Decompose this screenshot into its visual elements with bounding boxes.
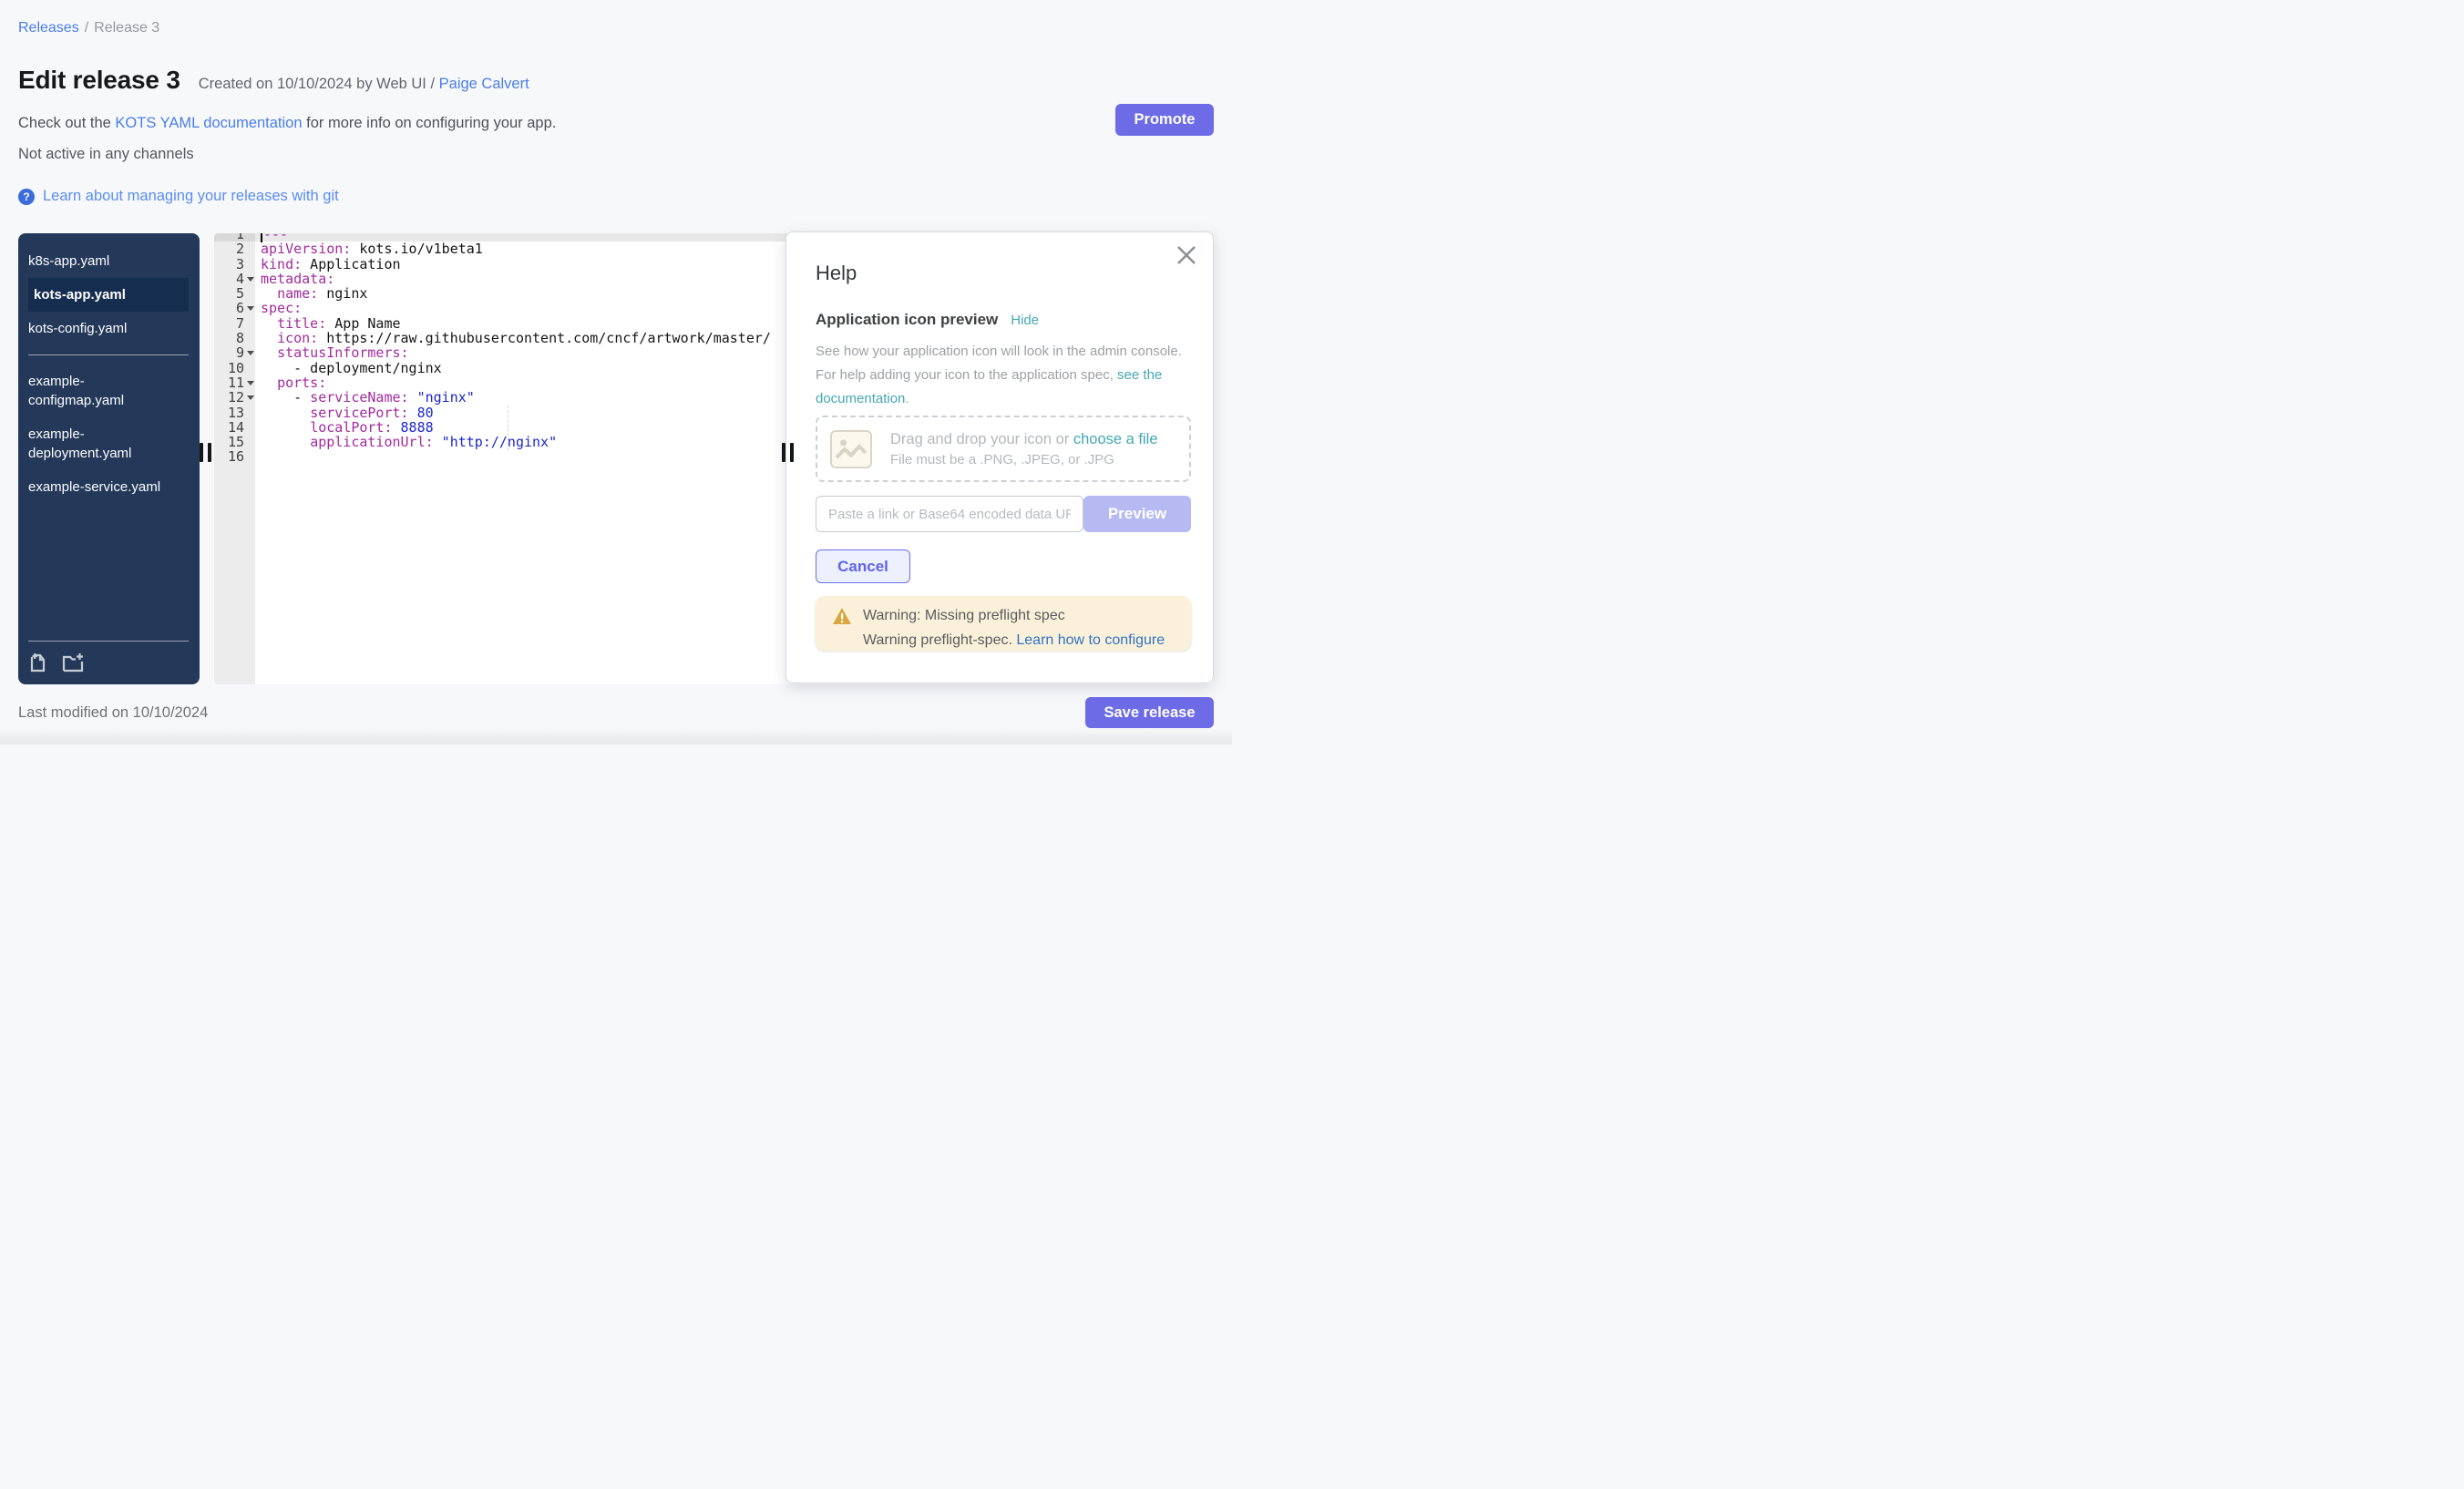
new-file-icon[interactable] — [28, 652, 47, 673]
editor-resize-handle[interactable] — [782, 443, 794, 462]
warning-detail: Warning preflight-spec. Learn how to con… — [863, 632, 1165, 649]
sidebar-item-example-deployment-yaml[interactable]: example- deployment.yaml — [28, 417, 189, 470]
icon-url-row: Preview — [816, 496, 1191, 532]
fold-arrow-icon[interactable] — [247, 395, 254, 400]
gutter-line-8: 8 — [214, 331, 255, 345]
gutter-line-9: 9 — [214, 345, 255, 360]
image-placeholder-icon — [830, 430, 872, 468]
hide-link[interactable]: Hide — [1011, 313, 1039, 328]
save-release-button[interactable]: Save release — [1085, 697, 1214, 728]
gutter-line-5: 5 — [214, 286, 255, 301]
preview-button[interactable]: Preview — [1083, 496, 1191, 532]
sidebar-item-kots-config-yaml[interactable]: kots-config.yaml — [28, 312, 189, 345]
fold-arrow-icon[interactable] — [247, 381, 254, 385]
gutter-line-16: 16 — [214, 449, 255, 464]
icon-url-input[interactable] — [816, 496, 1083, 532]
gutter-line-7: 7 — [214, 316, 255, 331]
gutter-line-13: 13 — [214, 406, 255, 420]
fold-arrow-icon[interactable] — [247, 306, 254, 311]
question-icon: ? — [18, 189, 35, 205]
created-by-link[interactable]: Paige Calvert — [439, 76, 529, 92]
gutter-line-3: 3 — [214, 257, 255, 272]
sidebar-bottom-toolbar — [28, 641, 189, 684]
new-folder-icon[interactable] — [62, 652, 85, 673]
title-row: Edit release 3 Created on 10/10/2024 by … — [18, 66, 529, 95]
fold-arrow-icon[interactable] — [247, 351, 254, 355]
sidebar-group-divider — [28, 354, 189, 355]
sidebar-item-k8s-app-yaml[interactable]: k8s-app.yaml — [28, 244, 189, 278]
channel-status: Not active in any channels — [18, 146, 194, 163]
file-sidebar: k8s-app.yamlkots-app.yamlkots-config.yam… — [18, 233, 200, 684]
sidebar-item-example-configmap-yaml[interactable]: example- configmap.yaml — [28, 365, 189, 417]
dropzone-text: Drag and drop your icon or choose a file… — [890, 431, 1158, 467]
cancel-button[interactable]: Cancel — [816, 549, 910, 583]
gutter-line-11: 11 — [214, 375, 255, 390]
help-title: Help — [816, 262, 857, 285]
promote-button[interactable]: Promote — [1115, 104, 1214, 136]
close-icon[interactable] — [1175, 243, 1198, 267]
gutter-line-2: 2 — [214, 241, 255, 256]
warning-title: Warning: Missing preflight spec — [863, 608, 1065, 624]
help-panel: Help Application icon preview Hide See h… — [785, 231, 1214, 683]
choose-file-link[interactable]: choose a file — [1073, 431, 1158, 447]
gutter-line-1: 1 — [214, 233, 255, 241]
breadcrumb: Releases / Release 3 — [18, 20, 159, 36]
breadcrumb-separator: / — [85, 20, 88, 36]
sidebar-resize-handle[interactable] — [200, 443, 211, 462]
dropzone-hint: File must be a .PNG, .JPEG, or .JPG — [890, 452, 1158, 467]
breadcrumb-current: Release 3 — [94, 20, 159, 36]
gutter-line-12: 12 — [214, 390, 255, 405]
icon-dropzone[interactable]: Drag and drop your icon or choose a file… — [816, 416, 1191, 482]
learn-configure-link[interactable]: Learn how to configure — [1016, 632, 1165, 648]
gutter-line-15: 15 — [214, 435, 255, 449]
git-help-row: ? Learn about managing your releases wit… — [18, 188, 339, 205]
gutter-line-14: 14 — [214, 420, 255, 435]
release-editor-page: Releases / Release 3 Edit release 3 Create… — [0, 0, 1232, 744]
docs-info-line: Check out the KOTS YAML documentation fo… — [18, 115, 556, 132]
sidebar-file-list: k8s-app.yamlkots-app.yamlkots-config.yam… — [18, 233, 200, 504]
gutter-line-10: 10 — [214, 361, 255, 375]
created-info: Created on 10/10/2024 by Web UI / Paige … — [199, 76, 529, 93]
page-title: Edit release 3 — [18, 66, 180, 95]
gutter-line-4: 4 — [214, 272, 255, 286]
warning-icon — [832, 607, 852, 625]
last-modified-text: Last modified on 10/10/2024 — [18, 704, 208, 722]
icon-preview-section-header: Application icon preview Hide — [816, 311, 1039, 329]
bottom-fade — [0, 728, 1232, 744]
sidebar-item-example-service-yaml[interactable]: example-service.yaml — [28, 470, 189, 504]
preflight-warning: Warning: Missing preflight spec Warning … — [816, 596, 1191, 651]
breadcrumb-releases-link[interactable]: Releases — [18, 20, 79, 36]
icon-preview-description: See how your application icon will look … — [816, 340, 1182, 411]
kots-yaml-docs-link[interactable]: KOTS YAML documentation — [115, 115, 302, 131]
icon-preview-title: Application icon preview — [816, 311, 998, 329]
git-releases-link[interactable]: Learn about managing your releases with … — [43, 188, 339, 205]
sidebar-item-kots-app-yaml[interactable]: kots-app.yaml — [28, 278, 189, 312]
fold-arrow-icon[interactable] — [247, 277, 254, 282]
gutter-line-6: 6 — [214, 301, 255, 315]
gutter-rows: 12345678910111213141516 — [214, 233, 255, 465]
